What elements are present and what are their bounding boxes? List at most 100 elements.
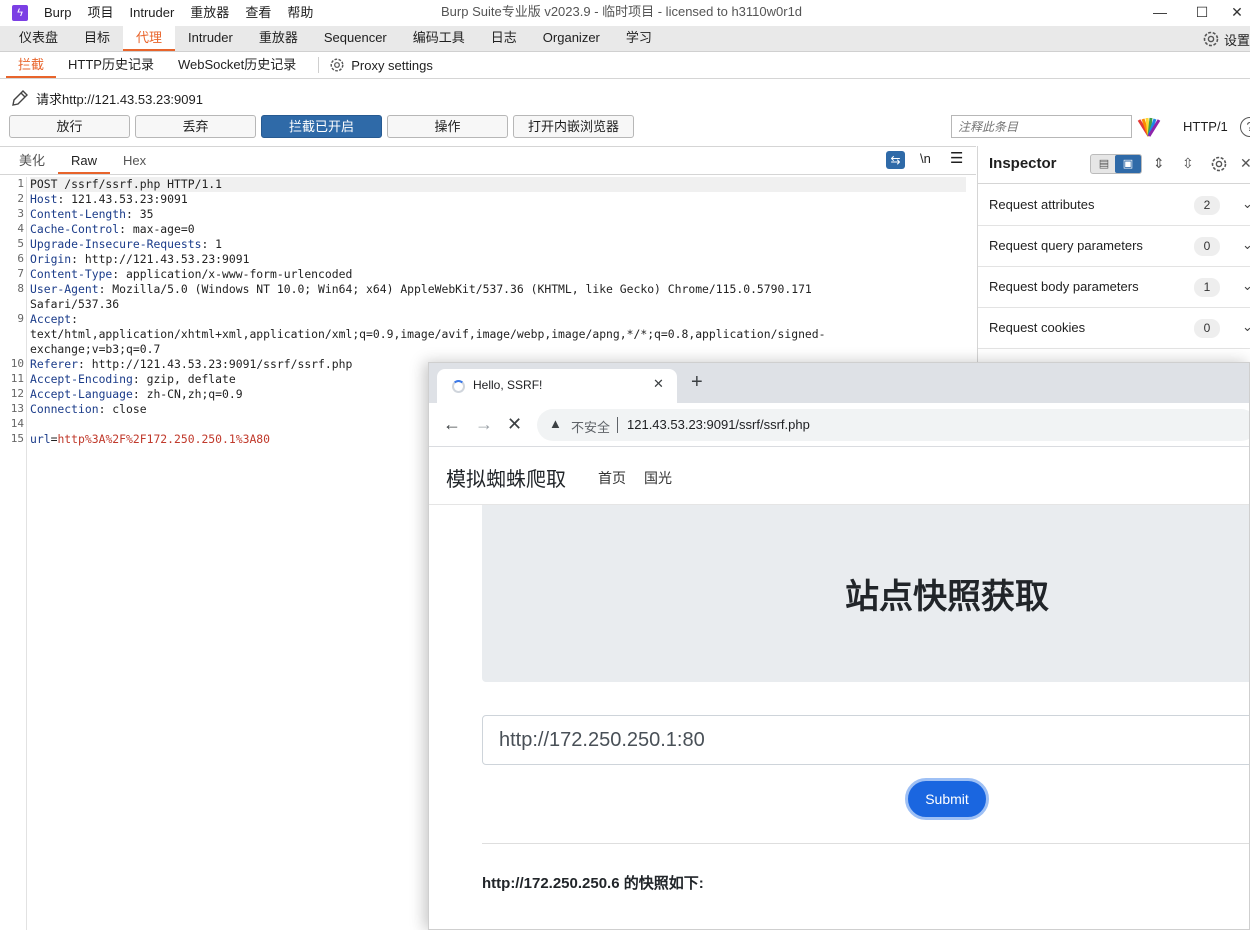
header-name: Origin [30,252,72,266]
inspector-section-cookies[interactable]: Request cookies 0 ⌄ [978,308,1250,349]
tab-learn[interactable]: 学习 [613,25,665,51]
section-label: Request attributes [989,197,1095,212]
tab-intercept[interactable]: 拦截 [6,52,57,78]
line-number: 12 [10,387,24,400]
comment-input[interactable] [951,115,1132,138]
close-icon[interactable]: ✕ [1240,155,1250,172]
gear-icon[interactable] [1210,155,1228,173]
header-value: close [105,402,147,416]
close-window-button[interactable]: ✕ [1224,0,1250,24]
security-status[interactable]: 不安全 [571,417,610,436]
header-value: 1 [208,237,223,251]
action-button[interactable]: 操作 [387,115,508,138]
line-number: 13 [10,402,24,415]
menu-view[interactable]: 查看 [237,0,279,26]
header-value-continued: Safari/537.36 [30,297,120,311]
browser-tab[interactable]: Hello, SSRF! ✕ [437,369,677,403]
nav-link-home[interactable]: 首页 [598,468,626,488]
section-label: Request query parameters [989,238,1143,253]
submit-button[interactable]: Submit [905,778,989,820]
line-number: 8 [17,282,24,295]
stop-loading-icon[interactable]: ✕ [507,413,522,435]
header-value: http://121.43.53.23:9091 [78,252,250,266]
close-tab-icon[interactable]: ✕ [653,376,664,392]
collapse-all-icon[interactable]: ⇳ [1182,155,1194,172]
layout-toggle[interactable]: ▤ ▣ [1090,154,1142,174]
body-param-value: http%3A%2F%2F172.250.250.1%3A80 [57,432,271,446]
menu-repeater[interactable]: 重放器 [182,0,237,26]
panel-layout-icon[interactable]: ▣ [1115,155,1141,173]
tab-decoder[interactable]: 编码工具 [400,25,478,51]
proxy-settings-button[interactable]: Proxy settings [329,57,433,73]
tab-raw[interactable]: Raw [58,148,111,174]
line-number: 1 [17,177,24,190]
forward-button[interactable]: 放行 [9,115,130,138]
header-name: Host [30,192,58,206]
line-number: 14 [10,417,24,430]
minimize-button[interactable]: — [1140,0,1180,24]
inspector-section-body-params[interactable]: Request body parameters 1 ⌄ [978,267,1250,308]
title-bar: ϟ Burp 项目 Intruder 重放器 查看 帮助 Burp Suite专… [0,0,1250,26]
tab-websocket-history[interactable]: WebSocket历史记录 [166,52,308,78]
address-bar[interactable]: ▲ 不安全 121.43.53.23:9091/ssrf/ssrf.php [537,409,1249,441]
menu-intruder[interactable]: Intruder [121,0,182,26]
pencil-icon[interactable] [10,88,30,108]
web-page: 模拟蜘蛛爬取 首页 国光 站点快照获取 Submit http://172.25… [429,448,1249,929]
editor-menu-icon[interactable]: ☰ [950,149,963,167]
newline-toggle[interactable]: \n [920,151,931,166]
intercept-actions: 放行 丢弃 拦截已开启 操作 打开内嵌浏览器 HTTP/1 ? [0,113,1250,141]
line-number: 9 [17,312,24,325]
header-name: User-Agent [30,282,99,296]
chevron-down-icon: ⌄ [1242,237,1250,252]
address-url[interactable]: 121.43.53.23:9091/ssrf/ssrf.php [627,417,810,432]
drop-button[interactable]: 丢弃 [135,115,256,138]
header-name: Accept-Encoding [30,372,133,386]
tab-http-history[interactable]: HTTP历史记录 [56,52,166,78]
tab-hex[interactable]: Hex [110,148,159,174]
tab-sequencer[interactable]: Sequencer [311,25,400,51]
open-browser-button[interactable]: 打开内嵌浏览器 [513,115,634,138]
menu-project[interactable]: 项目 [79,0,121,26]
intercept-toggle-button[interactable]: 拦截已开启 [261,115,382,138]
tab-repeater[interactable]: 重放器 [246,25,311,51]
highlight-color-icon[interactable] [1137,116,1161,137]
tab-dashboard[interactable]: 仪表盘 [6,25,71,51]
menu-help[interactable]: 帮助 [279,0,321,26]
url-input[interactable] [482,715,1249,765]
forward-arrow-icon[interactable]: → [475,413,493,435]
menu-burp[interactable]: Burp [36,0,79,26]
body-param-name: url [30,432,51,446]
settings-button[interactable]: 设置 [1202,26,1250,52]
help-icon[interactable]: ? [1240,117,1250,137]
site-brand[interactable]: 模拟蜘蛛爬取 [446,463,566,492]
expand-all-icon[interactable]: ⇕ [1153,155,1165,172]
list-layout-icon[interactable]: ▤ [1091,155,1117,173]
header-name: Accept [30,312,72,326]
maximize-button[interactable]: ☐ [1182,0,1222,24]
header-name: Content-Length [30,207,127,221]
header-value: application/x-www-form-urlencoded [119,267,353,281]
tab-proxy[interactable]: 代理 [123,25,176,51]
tab-target[interactable]: 目标 [71,25,123,51]
tab-organizer[interactable]: Organizer [530,25,613,51]
tab-pretty[interactable]: 美化 [6,148,58,174]
header-value-continued: text/html,application/xhtml+xml,applicat… [30,327,826,341]
back-arrow-icon[interactable]: ← [443,413,461,435]
http-version-label[interactable]: HTTP/1 [1183,113,1228,140]
header-value-continued: exchange;v=b3;q=0.7 [30,342,161,356]
nav-link-guoguang[interactable]: 国光 [644,468,672,488]
inspector-section-query-params[interactable]: Request query parameters 0 ⌄ [978,226,1250,267]
header-value: 121.43.53.23:9091 [64,192,188,206]
line-number: 5 [17,237,24,250]
tab-intruder[interactable]: Intruder [175,25,246,51]
inspector-section-attributes[interactable]: Request attributes 2 ⌄ [978,185,1250,226]
main-tab-bar: 仪表盘 目标 代理 Intruder 重放器 Sequencer 编码工具 日志… [0,25,1250,52]
word-wrap-icon[interactable]: ⇆ [886,151,905,169]
gear-icon [330,58,344,72]
warning-icon[interactable]: ▲ [549,416,562,431]
inspector-title: Inspector [989,155,1057,172]
tab-logger[interactable]: 日志 [478,25,530,51]
embedded-browser-window: Hello, SSRF! ✕ + ← → ✕ ▲ 不安全 121.43.53.2… [428,362,1250,930]
loading-spinner-icon [452,380,465,393]
new-tab-button[interactable]: + [691,371,703,393]
